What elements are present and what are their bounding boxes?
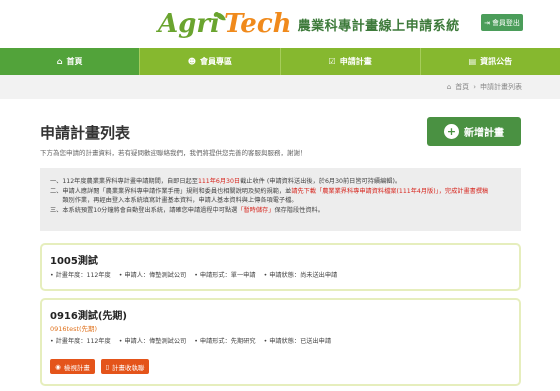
notice-line-3: 類別作業，再經由登入本系統填寫計畫基本資料，申請人基本資料與上傳各項電子檔。 (50, 197, 298, 204)
notice-box: 一、112年度農業業界科專計畫申請期間，自即日起至111年6月30日截止收件 (… (40, 168, 521, 231)
logout-button[interactable]: ⇥ 會員登出 (481, 14, 523, 31)
plan-title[interactable]: 0916測試(先期) (50, 307, 511, 322)
plan-status: • 申請狀態：尚未送出申請 (263, 272, 338, 279)
view-plan-button[interactable]: ◉ 檢視計畫 (50, 359, 95, 374)
user-icon: ☻ (187, 57, 197, 66)
plan-type: • 申請形式：單一申請 (194, 272, 256, 279)
eye-icon: ◉ (55, 362, 61, 371)
add-plan-button[interactable]: + 新增計畫 (427, 117, 521, 146)
plan-meta: • 計畫年度：112年度 • 申請人：偉墊測試公司 • 申請形式：單一申請 • … (50, 270, 511, 279)
nav-item-news[interactable]: ▤ 資訊公告 (421, 48, 560, 75)
plus-icon: + (444, 124, 459, 139)
nav-item-member[interactable]: ☻ 會員專區 (140, 48, 281, 75)
breadcrumb-separator: › (473, 83, 476, 91)
download-link[interactable]: 請先下載「農業業界科專申請資料檔案(111年4月版)」 (291, 188, 438, 195)
plan-year: • 計畫年度：112年度 (50, 272, 111, 279)
nav-item-apply[interactable]: ☑ 申請計畫 (281, 48, 421, 75)
plan-actions: ◉ 檢視計畫 ▯ 計畫收執聯 (50, 359, 511, 374)
page-title: 申請計畫列表 (40, 124, 131, 142)
home-icon: ⌂ (446, 83, 452, 91)
site-logo[interactable]: Agri Tech 農業科專計畫線上申請系統 (158, 8, 460, 40)
site-header: Agri Tech 農業科專計畫線上申請系統 ⇥ 會員登出 (0, 0, 560, 48)
plan-year: • 計畫年度：112年度 (50, 338, 111, 345)
plan-type: • 申請形式：先期研究 (194, 338, 256, 345)
plan-subtitle: 0916test(先期) (50, 325, 98, 333)
site-title: 農業科專計畫線上申請系統 (297, 18, 460, 34)
plan-applicant: • 申請人：偉墊測試公司 (118, 272, 187, 279)
home-icon: ⌂ (56, 57, 63, 66)
page-description: 下方為您申請的計畫資料，若有疑問歡迎聯絡我們，我們將提供您完善的客服與服務，謝謝… (40, 149, 307, 157)
logout-icon: ⇥ (484, 18, 490, 27)
notice-line-1: 一、112年度農業業界科專計畫申請期間，自即日起至111年6月30日截止收件 (… (50, 178, 402, 185)
breadcrumb-current: 申請計畫列表 (480, 83, 522, 91)
notice-line-2: 二、申請人應詳閱「農業業界科專申請作業手冊」規則和委員也相關說明及契約規範，並請… (50, 187, 489, 195)
plan-card: 0916測試(先期) 0916test(先期) • 計畫年度：112年度 • 申… (40, 298, 521, 386)
breadcrumb: ⌂ 首頁 › 申請計畫列表 (447, 82, 522, 92)
nav-item-home[interactable]: ⌂ 首頁 (0, 48, 141, 75)
main-nav: ⌂ 首頁 ☻ 會員專區 ☑ 申請計畫 ▤ 資訊公告 (0, 48, 560, 75)
plan-meta: • 計畫年度：112年度 • 申請人：偉墊測試公司 • 申請形式：先期研究 • … (50, 336, 511, 345)
plan-status: • 申請狀態：已送出申請 (263, 338, 332, 345)
plan-card: 1005測試 • 計畫年度：112年度 • 申請人：偉墊測試公司 • 申請形式：… (40, 243, 521, 291)
logo-wordmark: Agri Tech (158, 9, 292, 39)
document-icon: ▯ (105, 362, 110, 371)
notice-line-4: 三、本系統預置10分鐘將會自動登出系統，請確您申請過程中可點選「暫時儲存」保存階… (50, 206, 324, 214)
breadcrumb-home[interactable]: 首頁 (455, 82, 469, 92)
receipt-button[interactable]: ▯ 計畫收執聯 (101, 359, 149, 374)
checkbox-icon: ☑ (328, 57, 336, 66)
breadcrumb-bar: ⌂ 首頁 › 申請計畫列表 (0, 75, 560, 99)
news-icon: ▤ (468, 57, 477, 66)
plan-applicant: • 申請人：偉墊測試公司 (118, 338, 187, 345)
plan-title[interactable]: 1005測試 (50, 252, 511, 267)
